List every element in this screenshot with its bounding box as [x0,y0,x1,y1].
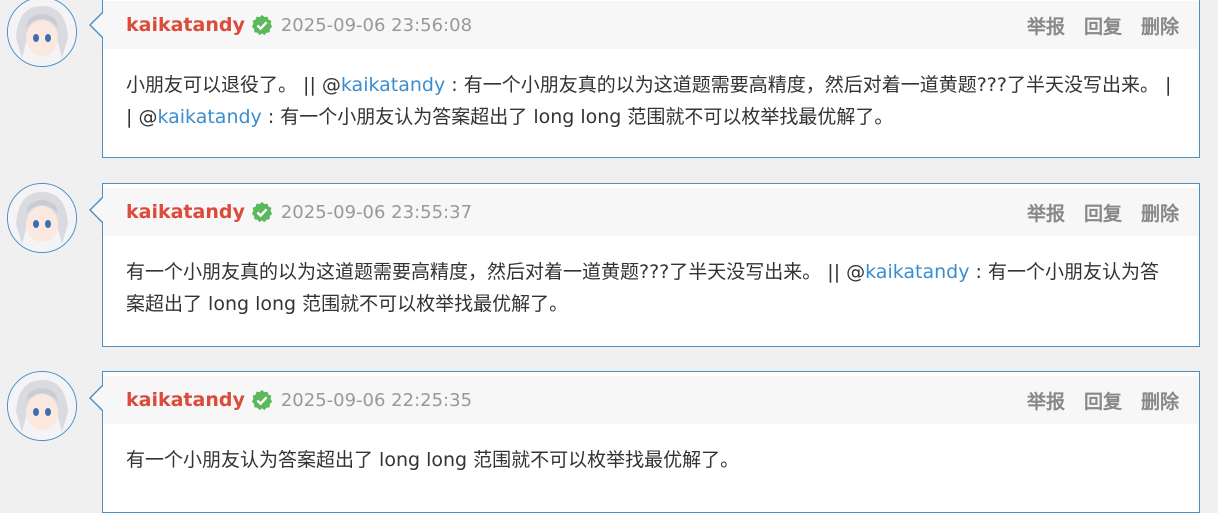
reply-button[interactable]: 回复 [1084,12,1122,39]
content-segment: : 有一个小朋友认为答案超出了 long long 范围就不可以枚举找最优解了。 [261,106,894,128]
content-segment: 有一个小朋友认为答案超出了 long long 范围就不可以枚举找最优解了。 [126,449,740,471]
delete-button[interactable]: 删除 [1141,387,1179,414]
username[interactable]: kaikatandy [126,14,245,36]
comment-text: 小朋友可以退役了。 || @kaikatandy : 有一个小朋友真的以为这道题… [103,49,1199,155]
avatar[interactable] [7,183,77,253]
timestamp: 2025-09-06 23:56:08 [280,14,473,36]
report-button[interactable]: 举报 [1027,199,1065,226]
mention-link[interactable]: kaikatandy [157,106,261,128]
report-button[interactable]: 举报 [1027,387,1065,414]
delete-button[interactable]: 删除 [1141,199,1179,226]
username[interactable]: kaikatandy [126,389,245,411]
comment-header: kaikatandy 2025-09-06 23:56:08 举报 回复 删除 [103,1,1199,49]
verified-check-icon [251,201,273,223]
mention-link[interactable]: kaikatandy [341,74,445,96]
comment-header: kaikatandy 2025-09-06 22:25:35 举报 回复 删除 [103,376,1199,424]
avatar[interactable] [7,0,77,67]
comment-box: kaikatandy 2025-09-06 23:56:08 举报 回复 删除 … [89,0,1200,158]
reply-button[interactable]: 回复 [1084,387,1122,414]
report-button[interactable]: 举报 [1027,12,1065,39]
comment-actions: 举报 回复 删除 [1008,188,1179,236]
delete-button[interactable]: 删除 [1141,12,1179,39]
comment-text: 有一个小朋友真的以为这道题需要高精度，然后对着一道黄题???了半天没写出来。 |… [103,236,1199,342]
content-segment: 小朋友可以退役了。 || @ [126,74,341,96]
reply-button[interactable]: 回复 [1084,199,1122,226]
timestamp: 2025-09-06 23:55:37 [280,201,473,223]
username[interactable]: kaikatandy [126,201,245,223]
avatar[interactable] [7,371,77,441]
verified-check-icon [251,389,273,411]
timestamp: 2025-09-06 22:25:35 [280,389,473,411]
comment-box: kaikatandy 2025-09-06 22:25:35 举报 回复 删除 … [89,371,1200,513]
comment-actions: 举报 回复 删除 [1008,376,1179,424]
content-segment: 有一个小朋友真的以为这道题需要高精度，然后对着一道黄题???了半天没写出来。 |… [126,261,866,283]
verified-check-icon [251,14,273,36]
comment-actions: 举报 回复 删除 [1008,1,1179,49]
comment-header: kaikatandy 2025-09-06 23:55:37 举报 回复 删除 [103,188,1199,236]
mention-link[interactable]: kaikatandy [865,261,969,283]
comment-text: 有一个小朋友认为答案超出了 long long 范围就不可以枚举找最优解了。 [103,424,1199,498]
comment-box: kaikatandy 2025-09-06 23:55:37 举报 回复 删除 … [89,183,1200,347]
